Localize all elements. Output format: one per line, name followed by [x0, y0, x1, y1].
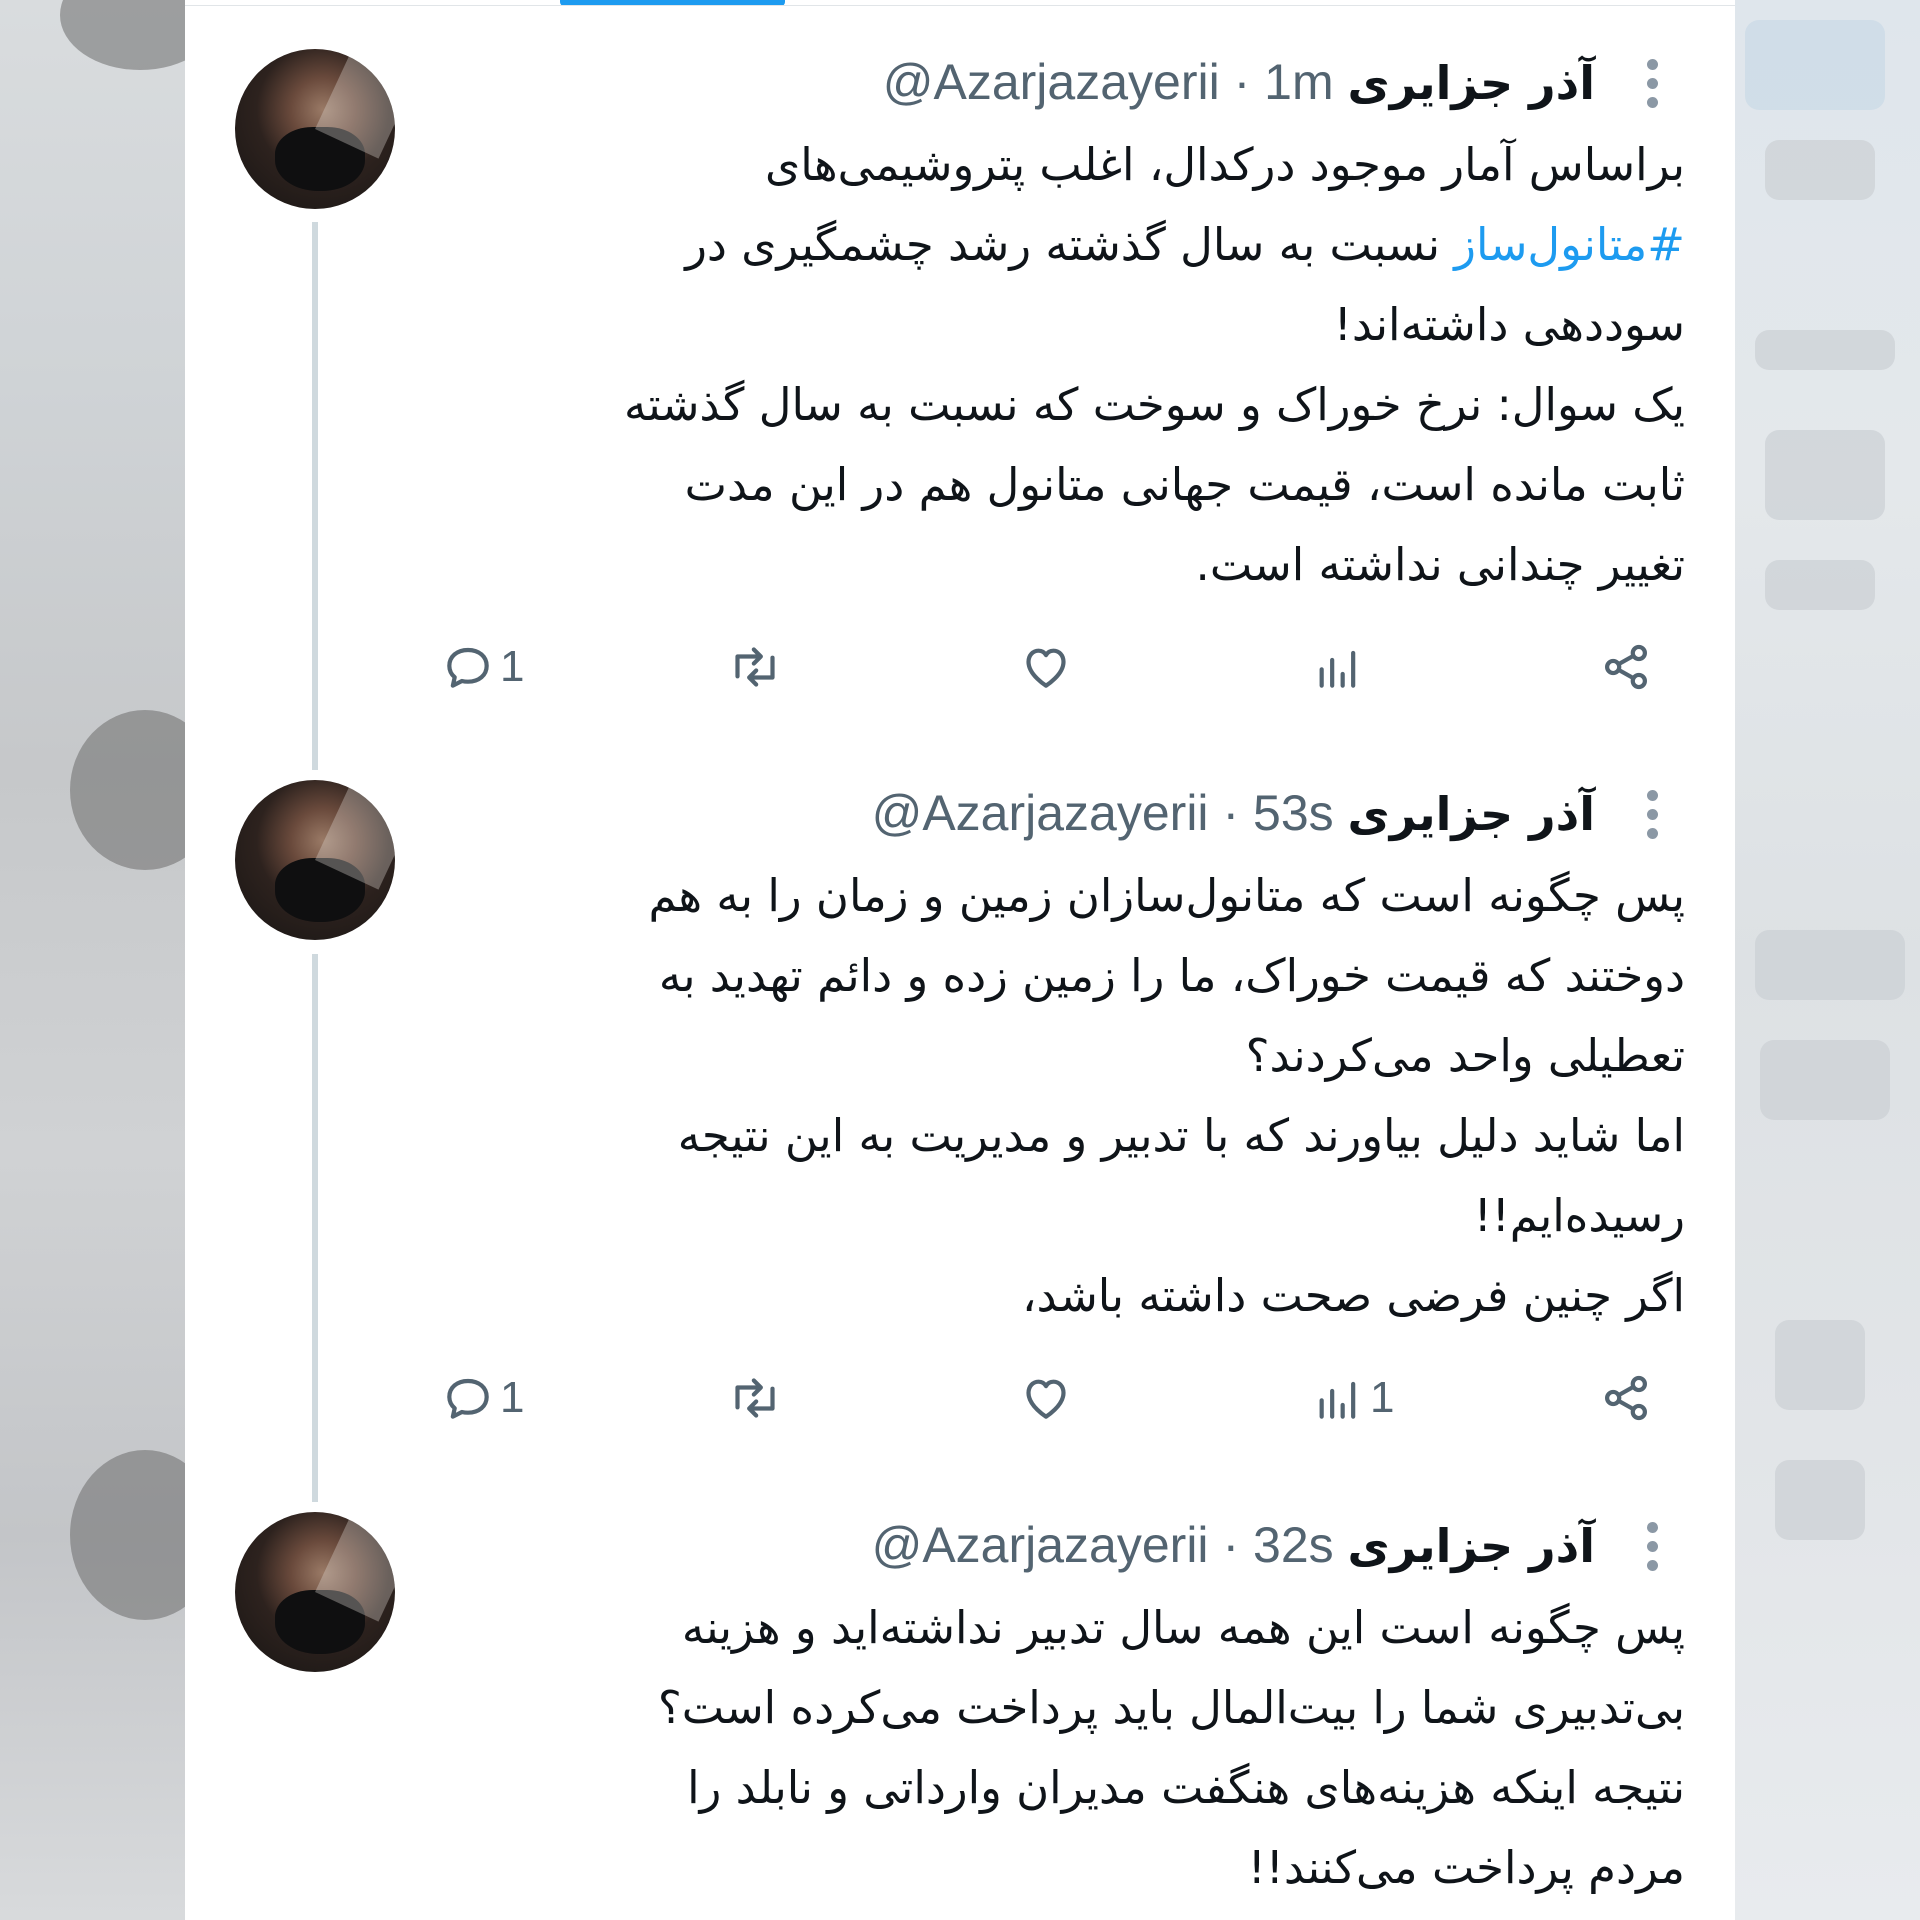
reply-count: 1 — [500, 642, 525, 691]
divider — [185, 5, 1735, 6]
retweet-icon — [735, 647, 775, 687]
like-button[interactable] — [1018, 1368, 1074, 1428]
separator-dot: · — [1222, 785, 1240, 841]
tweet-line: اما شاید دلیل بیاورند که با تدبیر و مدیر… — [677, 1109, 1685, 1162]
display-name[interactable]: آذر جزایری — [1348, 787, 1595, 841]
reply-icon — [447, 1378, 489, 1419]
tweet-line: یک سوال: نرخ خوراک و سوخت که نسبت به سال… — [623, 378, 1685, 431]
tweet-line: اگر چنین فرضی صحت داشته باشد، — [1021, 1269, 1685, 1322]
action-bar: 1 1 — [440, 1368, 1690, 1428]
tweet-line: پس چگونه است که متانول‌سازان زمین و زمان… — [648, 869, 1685, 922]
views-icon — [1319, 650, 1356, 688]
views-count: 1 — [1370, 1373, 1395, 1422]
tweet-line: نتیجه اینکه هزینه‌های هنگفت مدیران واردا… — [687, 1761, 1685, 1814]
timestamp[interactable]: 1m — [1264, 54, 1333, 110]
thread-card: آذر جزایری @Azarjazayerii · 1m براساس آم… — [185, 0, 1735, 1920]
user-handle[interactable]: @Azarjazayerii — [872, 1517, 1209, 1573]
timestamp[interactable]: 32s — [1253, 1517, 1334, 1573]
share-icon — [1605, 644, 1647, 690]
tweet-header: آذر جزایری @Azarjazayerii · 1m — [440, 45, 1595, 119]
tweet-line: تغییر چندانی نداشته است. — [1195, 538, 1685, 591]
views-button[interactable] — [1310, 637, 1366, 697]
separator-dot: · — [1222, 1517, 1240, 1573]
display-name[interactable]: آذر جزایری — [1348, 56, 1595, 110]
retweet-icon — [735, 1378, 775, 1418]
tweet-line: بی‌تدبیری شما را بیت‌المال باید پرداخت م… — [657, 1681, 1685, 1734]
retweet-button[interactable] — [727, 637, 783, 697]
action-bar: 1 — [440, 637, 1690, 697]
reply-button[interactable]: 1 — [440, 637, 524, 697]
blurred-background-left — [0, 0, 220, 1920]
share-button[interactable] — [1598, 637, 1654, 697]
tweet-text: براساس آمار موجود درکدال، اغلب پتروشیمی‌… — [440, 125, 1685, 605]
tweet-line: ثابت مانده است، قیمت جهانی متانول هم در … — [684, 458, 1685, 511]
tweet-line-text: نسبت به سال گذشته رشد چشمگیری در — [685, 218, 1455, 271]
heart-icon — [1026, 648, 1066, 688]
blurred-background-right — [1735, 0, 1920, 1920]
tweet-line: رسیده‌ایم!! — [1473, 1189, 1685, 1242]
tweet-line: سوددهی داشته‌اند! — [1333, 298, 1685, 351]
avatar[interactable] — [235, 1512, 395, 1672]
user-handle[interactable]: @Azarjazayerii — [883, 54, 1220, 110]
display-name[interactable]: آذر جزایری — [1348, 1519, 1595, 1573]
tweet-line: مردم پرداخت می‌کنند!! — [1247, 1841, 1685, 1894]
reply-count: 1 — [500, 1373, 525, 1422]
tweet-line: پس چگونه است این همه سال تدبیر نداشته‌ای… — [681, 1601, 1685, 1654]
views-icon — [1319, 1381, 1356, 1419]
tweet[interactable]: آذر جزایری @Azarjazayerii · 53s پس چگونه… — [185, 776, 1735, 1476]
tweet-line: #متانول‌ساز نسبت به سال گذشته رشد چشمگیر… — [440, 205, 1685, 285]
tweet-header: آذر جزایری @Azarjazayerii · 32s — [440, 1508, 1595, 1582]
retweet-button[interactable] — [727, 1368, 783, 1428]
more-vertical-icon[interactable] — [1642, 59, 1662, 119]
tweet-header: آذر جزایری @Azarjazayerii · 53s — [440, 776, 1595, 850]
avatar[interactable] — [235, 780, 395, 940]
tweet-line: تعطیلی واحد می‌کردند؟ — [1245, 1029, 1685, 1082]
user-handle[interactable]: @Azarjazayerii — [872, 785, 1209, 841]
tweet-text: پس چگونه است که متانول‌سازان زمین و زمان… — [440, 856, 1685, 1336]
tweet[interactable]: آذر جزایری @Azarjazayerii · 32s پس چگونه… — [185, 1508, 1735, 1920]
hashtag-link[interactable]: #متانول‌ساز — [1454, 218, 1685, 271]
tweet-line: دوختند که قیمت خوراک، ما را زمین زده و د… — [658, 949, 1685, 1002]
views-button[interactable]: 1 — [1310, 1368, 1394, 1428]
reply-button[interactable]: 1 — [440, 1368, 524, 1428]
share-button[interactable] — [1598, 1368, 1654, 1428]
reply-icon — [447, 647, 489, 688]
timestamp[interactable]: 53s — [1253, 785, 1334, 841]
separator-dot: · — [1233, 54, 1251, 110]
more-vertical-icon[interactable] — [1642, 790, 1662, 850]
tweet[interactable]: آذر جزایری @Azarjazayerii · 1m براساس آم… — [185, 45, 1735, 745]
share-icon — [1605, 1375, 1647, 1421]
like-button[interactable] — [1018, 637, 1074, 697]
tweet-line: براساس آمار موجود درکدال، اغلب پتروشیمی‌… — [764, 138, 1685, 191]
heart-icon — [1026, 1379, 1066, 1419]
tweet-text: پس چگونه است این همه سال تدبیر نداشته‌ای… — [440, 1588, 1685, 1908]
more-vertical-icon[interactable] — [1642, 1522, 1662, 1582]
avatar[interactable] — [235, 49, 395, 209]
